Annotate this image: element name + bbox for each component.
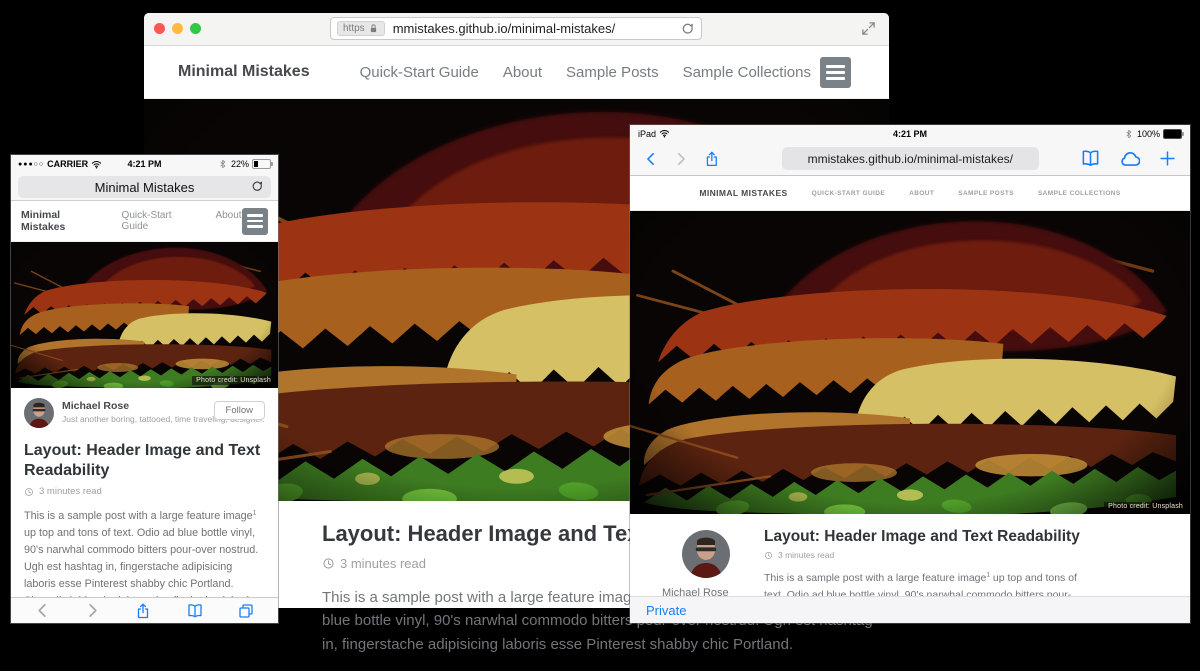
private-button[interactable]: Private bbox=[646, 603, 686, 618]
site-title-link[interactable]: Minimal Mistakes bbox=[178, 63, 310, 81]
nav-item-sample-collections[interactable]: SAMPLE COLLECTIONS bbox=[1038, 190, 1121, 197]
reload-button[interactable] bbox=[681, 22, 695, 36]
status-time: 4:21 PM bbox=[630, 129, 1190, 139]
nav-item-about[interactable]: About bbox=[215, 210, 241, 232]
article-title: Layout: Header Image and Text Readabilit… bbox=[24, 441, 265, 481]
url-text: mmistakes.github.io/minimal-mistakes/ bbox=[808, 152, 1013, 166]
address-bar[interactable]: https mmistakes.github.io/minimal-mistak… bbox=[330, 17, 702, 40]
avatar bbox=[682, 530, 730, 578]
page-title: Minimal Mistakes bbox=[95, 180, 195, 195]
site-nav: Quick-Start Guide About bbox=[122, 210, 242, 232]
photo-credit: Photo credit: Unsplash bbox=[1104, 502, 1187, 511]
new-tab-icon[interactable] bbox=[1159, 150, 1176, 167]
ipad-status-bar: iPad 4:21 PM 100% bbox=[630, 125, 1190, 142]
https-label: https bbox=[343, 23, 365, 34]
browser-chrome: https mmistakes.github.io/minimal-mistak… bbox=[144, 13, 889, 46]
iphone-url-row: Minimal Mistakes bbox=[11, 173, 278, 201]
nav-item-quick-start-guide[interactable]: Quick-Start Guide bbox=[360, 64, 479, 81]
photo-credit: Photo credit: Unsplash bbox=[192, 376, 275, 385]
private-browsing-bar: Private bbox=[630, 596, 1190, 623]
url-text[interactable]: mmistakes.github.io/minimal-mistakes/ bbox=[393, 21, 681, 36]
feature-image: Photo credit: Unsplash bbox=[630, 211, 1190, 514]
iphone-bottom-toolbar bbox=[11, 597, 278, 623]
share-icon[interactable] bbox=[704, 150, 720, 168]
share-icon[interactable] bbox=[135, 603, 151, 619]
nav-item-sample-posts[interactable]: Sample Posts bbox=[566, 64, 659, 81]
bookmarks-icon[interactable] bbox=[187, 603, 203, 619]
article-meta: 3 minutes read bbox=[24, 486, 265, 497]
clock-icon bbox=[24, 487, 34, 497]
zoom-window-button[interactable] bbox=[190, 23, 201, 34]
back-button[interactable] bbox=[644, 151, 658, 167]
battery-percent: 100% bbox=[1137, 129, 1160, 139]
reload-button[interactable] bbox=[251, 180, 264, 193]
battery-icon bbox=[1163, 129, 1182, 139]
article-meta: 3 minutes read bbox=[764, 550, 1170, 560]
bluetooth-icon bbox=[1124, 129, 1134, 139]
site-masthead: Minimal Mistakes Quick-Start Guide About bbox=[11, 201, 278, 242]
site-title-link[interactable]: MINIMAL MISTAKES bbox=[699, 188, 787, 198]
nav-item-quick-start-guide[interactable]: QUICK-START GUIDE bbox=[812, 190, 885, 197]
author-profile: Michael Rose Just another boring, tattoo… bbox=[24, 398, 265, 428]
battery-icon bbox=[252, 159, 271, 169]
feature-image: Photo credit: Unsplash bbox=[11, 242, 278, 388]
site-masthead: MINIMAL MISTAKES QUICK-START GUIDE ABOUT… bbox=[630, 176, 1190, 211]
clock-icon bbox=[322, 557, 335, 570]
fullscreen-icon[interactable] bbox=[861, 21, 876, 36]
read-time: 3 minutes read bbox=[340, 556, 426, 571]
ipad-safari-window: iPad 4:21 PM 100% mmistakes.github.io/mi… bbox=[630, 125, 1190, 623]
nav-item-about[interactable]: About bbox=[503, 64, 542, 81]
back-button[interactable] bbox=[35, 603, 50, 618]
site-nav: Quick-Start Guide About Sample Posts Sam… bbox=[360, 64, 811, 81]
nav-item-sample-collections[interactable]: Sample Collections bbox=[683, 64, 811, 81]
nav-item-sample-posts[interactable]: SAMPLE POSTS bbox=[958, 190, 1014, 197]
read-time: 3 minutes read bbox=[778, 550, 834, 560]
close-window-button[interactable] bbox=[154, 23, 165, 34]
article: Michael Rose Just another boring, tattoo… bbox=[11, 388, 278, 623]
tabs-icon[interactable] bbox=[238, 603, 254, 619]
ipad-address-bar[interactable]: mmistakes.github.io/minimal-mistakes/ bbox=[782, 147, 1039, 170]
article-title: Layout: Header Image and Text Readabilit… bbox=[764, 528, 1170, 546]
bluetooth-icon bbox=[218, 159, 228, 169]
minimize-window-button[interactable] bbox=[172, 23, 183, 34]
iphone-address-bar[interactable]: Minimal Mistakes bbox=[18, 176, 271, 198]
nav-item-about[interactable]: ABOUT bbox=[909, 190, 934, 197]
window-controls[interactable] bbox=[154, 23, 201, 34]
https-badge: https bbox=[337, 21, 385, 36]
avatar bbox=[24, 398, 54, 428]
lock-icon bbox=[368, 23, 379, 34]
follow-button[interactable]: Follow bbox=[214, 401, 265, 420]
site-title-link[interactable]: Minimal Mistakes bbox=[21, 209, 106, 233]
nav-item-quick-start-guide[interactable]: Quick-Start Guide bbox=[122, 210, 199, 232]
menu-toggle-button[interactable] bbox=[242, 208, 268, 235]
site-masthead: Minimal Mistakes Quick-Start Guide About… bbox=[144, 46, 889, 99]
ipad-toolbar: mmistakes.github.io/minimal-mistakes/ bbox=[630, 142, 1190, 176]
clock-icon bbox=[764, 551, 773, 560]
bookmarks-icon[interactable] bbox=[1081, 149, 1100, 168]
read-time: 3 minutes read bbox=[39, 486, 102, 497]
forward-button[interactable] bbox=[85, 603, 100, 618]
iphone-status-bar: ●●●○○ CARRIER 4:21 PM 22% bbox=[11, 155, 278, 173]
menu-toggle-button[interactable] bbox=[820, 57, 851, 88]
icloud-tabs-icon[interactable] bbox=[1119, 148, 1140, 169]
iphone-safari-window: ●●●○○ CARRIER 4:21 PM 22% Minimal Mistak… bbox=[11, 155, 278, 623]
battery-percent: 22% bbox=[231, 159, 249, 169]
forward-button[interactable] bbox=[674, 151, 688, 167]
